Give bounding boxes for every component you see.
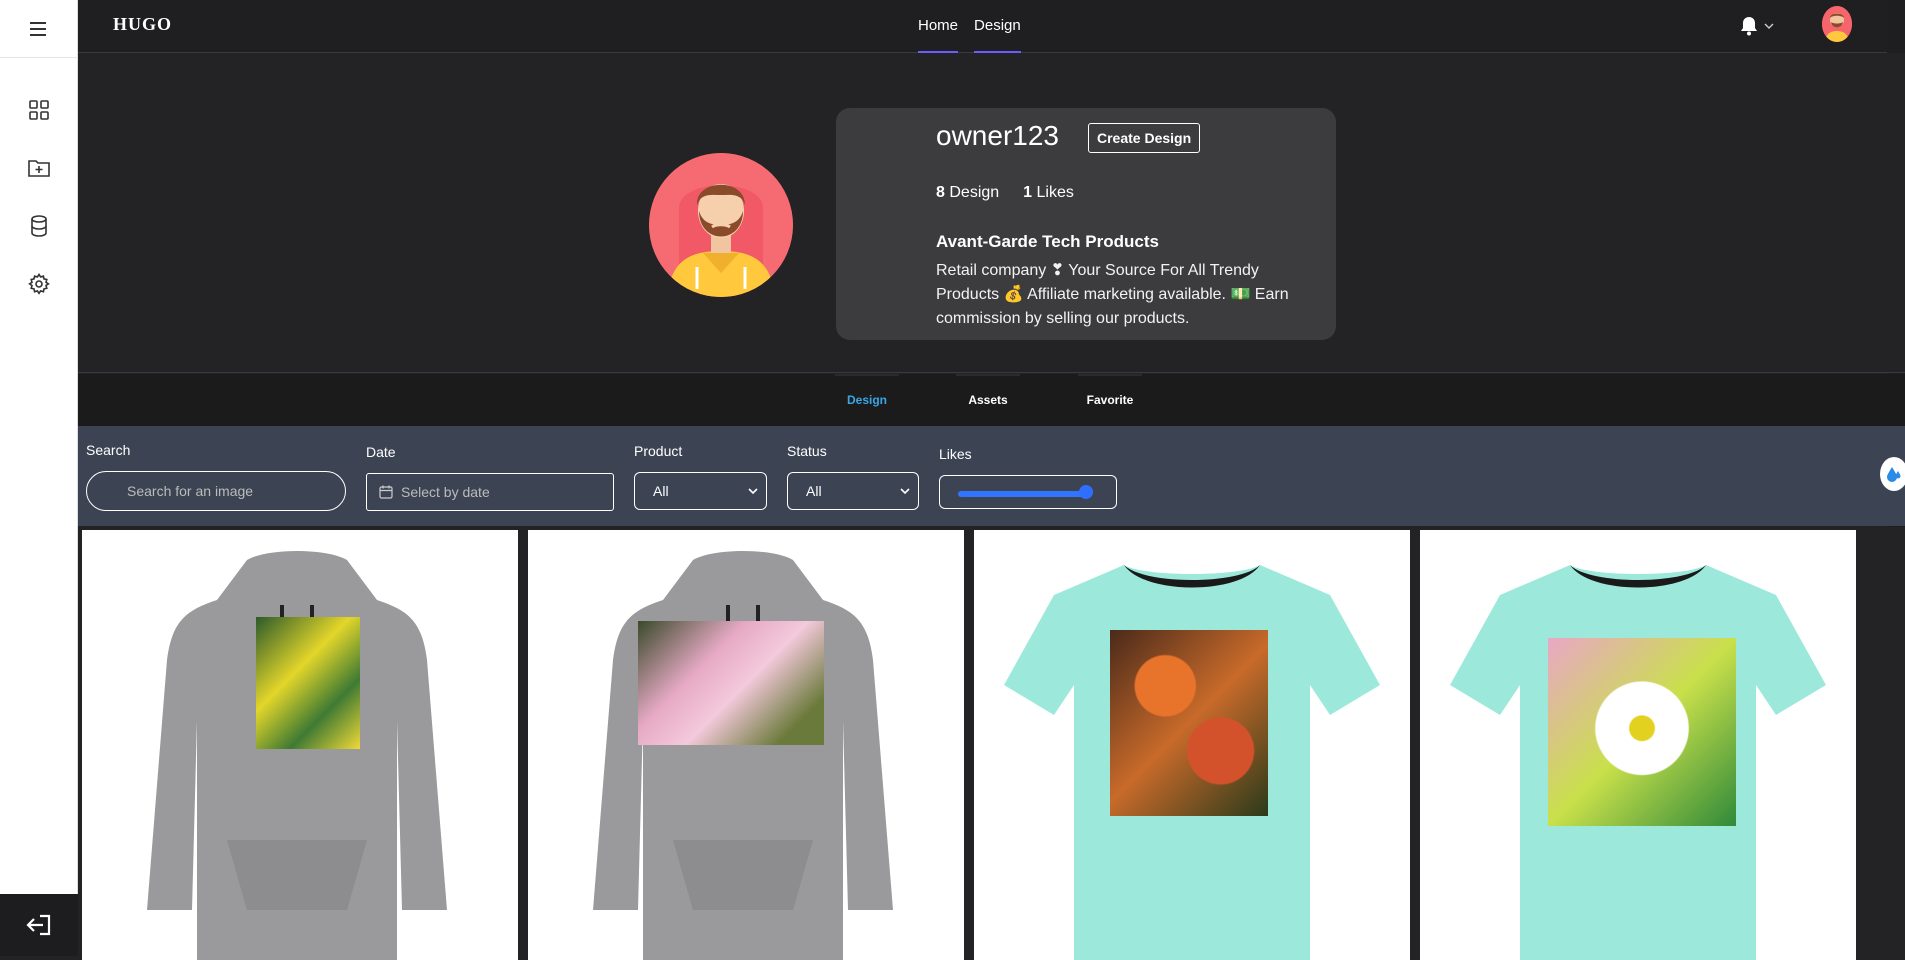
flower-print-image bbox=[1110, 630, 1268, 816]
main-nav: Home Design bbox=[918, 0, 1021, 53]
calendar-icon bbox=[379, 485, 393, 499]
likes-count-stat: 1 Likes bbox=[1023, 184, 1074, 201]
floating-widget-button[interactable] bbox=[1880, 457, 1905, 491]
profile-username: owner123 bbox=[936, 120, 1059, 151]
hoodie-image bbox=[147, 551, 447, 960]
sidebar-item-dashboard[interactable] bbox=[25, 96, 53, 124]
menu-icon bbox=[30, 21, 46, 36]
app-logo[interactable]: HUGO bbox=[113, 14, 172, 35]
water-drop-icon bbox=[1887, 467, 1901, 482]
logout-icon bbox=[26, 914, 51, 936]
profile-stats: 8 Design 1 Likes bbox=[936, 184, 1074, 202]
sidebar-item-database[interactable] bbox=[25, 212, 53, 240]
chevron-down-icon bbox=[1764, 23, 1774, 29]
date-label: Date bbox=[366, 444, 396, 460]
design-card[interactable] bbox=[1420, 530, 1856, 960]
design-card[interactable] bbox=[82, 530, 518, 960]
likes-slider[interactable] bbox=[939, 475, 1117, 509]
nav-home[interactable]: Home bbox=[918, 0, 959, 53]
profile-tabs: Design Assets Favorite bbox=[78, 374, 1905, 426]
likes-slider-thumb[interactable] bbox=[1079, 485, 1093, 499]
folder-add-icon bbox=[28, 160, 50, 177]
likes-slider-track bbox=[958, 491, 1088, 497]
search-label: Search bbox=[86, 442, 131, 458]
create-design-button[interactable]: Create Design bbox=[1088, 123, 1201, 153]
sidebar bbox=[0, 0, 78, 956]
design-card[interactable] bbox=[528, 530, 964, 960]
company-name: Avant-Garde Tech Products bbox=[936, 232, 1159, 251]
settings-gear-icon bbox=[28, 273, 50, 295]
flower-print-image bbox=[1548, 638, 1736, 826]
design-card[interactable] bbox=[974, 530, 1410, 960]
profile-header: owner123 Create Design 8 Design 1 Likes … bbox=[78, 53, 1905, 373]
date-picker-input[interactable]: Select by date bbox=[366, 473, 614, 511]
sidebar-item-settings[interactable] bbox=[25, 270, 53, 298]
likes-label: Likes bbox=[939, 446, 972, 462]
hoodie-image bbox=[593, 551, 893, 960]
sidebar-item-new-folder[interactable] bbox=[25, 154, 53, 182]
product-select[interactable]: All bbox=[634, 472, 767, 510]
design-grid bbox=[78, 527, 1905, 960]
status-select[interactable]: All bbox=[787, 472, 919, 510]
profile-card: owner123 Create Design 8 Design 1 Likes … bbox=[836, 108, 1336, 340]
database-icon bbox=[31, 215, 47, 237]
status-label: Status bbox=[787, 443, 827, 459]
flower-print-image bbox=[256, 617, 360, 749]
chevron-down-icon bbox=[900, 488, 910, 495]
bell-icon bbox=[1741, 17, 1757, 36]
tab-design[interactable]: Design bbox=[835, 374, 899, 426]
menu-toggle-button[interactable] bbox=[0, 0, 78, 58]
top-navbar: HUGO Home Design bbox=[78, 0, 1905, 53]
profile-bio: Retail company ❣ Your Source For All Tre… bbox=[936, 262, 1289, 327]
nav-design[interactable]: Design bbox=[974, 0, 1021, 53]
tab-favorite[interactable]: Favorite bbox=[1078, 374, 1142, 426]
design-count-stat: 8 Design bbox=[936, 184, 1000, 201]
product-label: Product bbox=[634, 443, 683, 459]
dashboard-grid-icon bbox=[29, 100, 49, 120]
notifications-dropdown[interactable] bbox=[1740, 14, 1774, 38]
user-avatar[interactable] bbox=[1822, 6, 1852, 42]
chevron-down-icon bbox=[748, 488, 758, 495]
flower-print-image bbox=[638, 621, 824, 745]
logout-button[interactable] bbox=[0, 894, 78, 956]
profile-avatar bbox=[649, 153, 793, 297]
tab-assets[interactable]: Assets bbox=[956, 374, 1020, 426]
search-input[interactable]: Search for an image bbox=[86, 471, 346, 511]
